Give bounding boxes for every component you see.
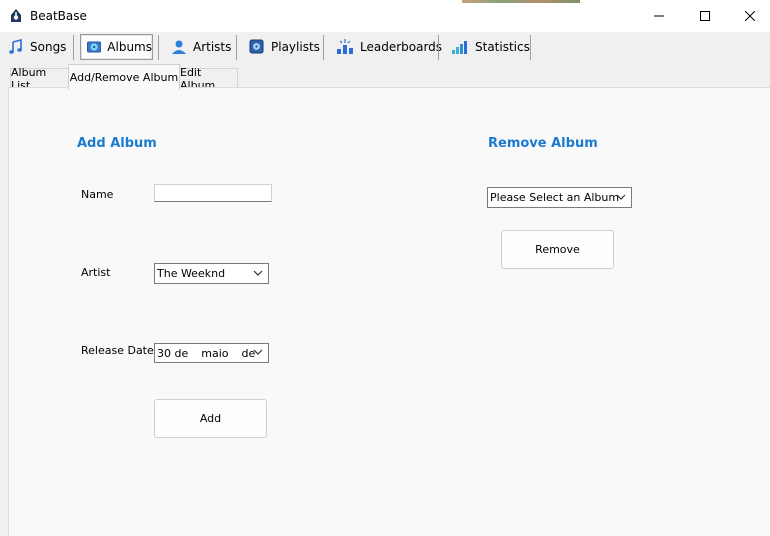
artist-icon: [172, 40, 186, 54]
chevron-down-icon: [253, 270, 263, 276]
close-button[interactable]: [727, 0, 770, 32]
maximize-button[interactable]: [682, 0, 728, 32]
remove-album-heading: Remove Album: [488, 136, 598, 151]
artist-label: Artist: [81, 266, 111, 279]
toolbar-albums-button[interactable]: Albums: [80, 34, 153, 60]
album-icon: [87, 41, 102, 53]
background-image-strip: [462, 0, 580, 3]
name-label: Name: [81, 188, 114, 201]
artist-select[interactable]: The Weeknd: [154, 263, 269, 284]
toolbar-separator: [323, 35, 324, 60]
toolbar-separator: [438, 35, 439, 60]
toolbar-separator: [73, 35, 74, 60]
chevron-down-icon: [616, 194, 626, 200]
toolbar-playlists-label: Playlists: [271, 40, 320, 54]
playlist-icon: [249, 39, 264, 54]
minimize-icon: [654, 15, 664, 17]
toolbar-leaderboards-label: Leaderboards: [360, 40, 443, 54]
toolbar-artists-label: Artists: [193, 40, 232, 54]
calendar-dropdown-icon: [253, 349, 263, 355]
minimize-button[interactable]: [636, 0, 682, 32]
release-date-label: Release Date: [81, 344, 154, 357]
remove-album-button[interactable]: Remove: [501, 230, 614, 269]
toolbar-leaderboards-button[interactable]: Leaderboards: [336, 34, 442, 60]
artist-select-value: The Weeknd: [157, 267, 226, 280]
toolbar-playlists-button[interactable]: Playlists: [249, 34, 320, 60]
add-remove-album-panel: Add Album Name Artist The Weeknd Release…: [8, 87, 770, 536]
toolbar-artists-button[interactable]: Artists: [171, 34, 231, 60]
add-album-heading: Add Album: [77, 136, 157, 151]
title-bar: BeatBase: [0, 0, 770, 32]
tab-edit-album[interactable]: Edit Album: [179, 66, 238, 92]
toolbar-separator: [530, 35, 531, 60]
album-name-input[interactable]: [154, 184, 272, 202]
toolbar-statistics-button[interactable]: Statistics: [451, 34, 530, 60]
remove-album-select[interactable]: Please Select an Album: [487, 187, 632, 208]
toolbar-separator: [236, 35, 237, 60]
music-note-icon: [9, 39, 22, 54]
release-date-picker[interactable]: 30 de maio de: [154, 343, 269, 363]
release-date-month: maio: [201, 346, 229, 360]
remove-album-select-value: Please Select an Album: [490, 191, 620, 204]
app-logo-icon: [11, 9, 21, 22]
window-title: BeatBase: [30, 9, 87, 23]
release-date-day: 30 de: [157, 346, 189, 360]
tab-strip: Album List Add/Remove Album Edit Album: [0, 62, 770, 92]
statistics-icon: [452, 41, 467, 54]
toolbar-statistics-label: Statistics: [475, 40, 530, 54]
leaderboard-icon: [337, 39, 353, 54]
toolbar-songs-label: Songs: [30, 40, 67, 54]
tab-add-remove-album[interactable]: Add/Remove Album: [68, 64, 180, 90]
main-toolbar: Songs Albums Artists Playlists Leaderboa…: [0, 32, 770, 62]
add-album-button[interactable]: Add: [154, 399, 267, 438]
toolbar-songs-button[interactable]: Songs: [8, 34, 66, 60]
maximize-icon: [700, 11, 710, 21]
toolbar-albums-label: Albums: [107, 40, 152, 54]
tab-album-list[interactable]: Album List: [10, 66, 69, 92]
toolbar-separator: [158, 35, 159, 60]
close-icon: [745, 11, 755, 21]
